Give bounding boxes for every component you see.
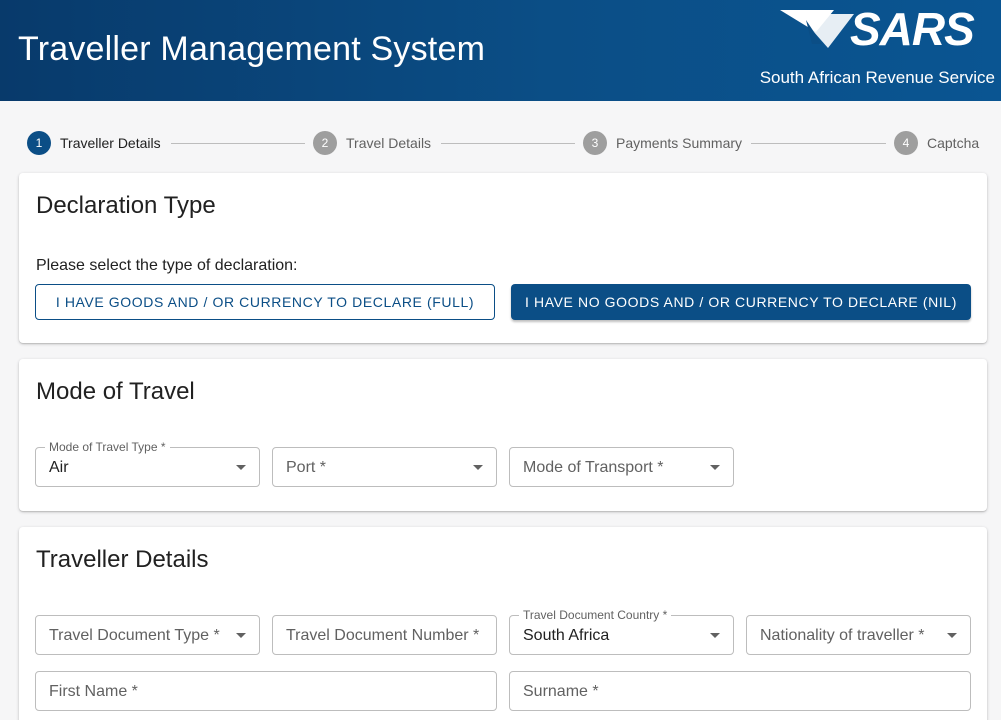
field-value: South Africa	[523, 627, 610, 644]
step-payments-summary[interactable]: 3 Payments Summary	[583, 131, 742, 155]
step-travel-details[interactable]: 2 Travel Details	[313, 131, 431, 155]
first-name-input[interactable]: First Name *	[35, 671, 497, 711]
chevron-down-icon	[236, 465, 246, 470]
field-value: Air	[49, 459, 69, 476]
step-number: 3	[583, 131, 607, 155]
organization-name: South African Revenue Service	[759, 68, 995, 87]
mode-of-transport-select[interactable]: Mode of Transport *	[509, 447, 734, 487]
chevron-down-icon	[473, 465, 483, 470]
sars-logo-text: SARS	[850, 3, 975, 55]
card-title: Declaration Type	[36, 192, 216, 219]
field-placeholder: Travel Document Type *	[49, 627, 220, 644]
chevron-down-icon	[710, 633, 720, 638]
step-label: Traveller Details	[60, 135, 161, 151]
app-header: Traveller Management System SARS South A…	[0, 0, 1001, 101]
declare-nil-button[interactable]: I HAVE NO GOODS AND / OR CURRENCY TO DEC…	[511, 284, 971, 320]
app-title: Traveller Management System	[18, 30, 486, 68]
travel-document-number-input[interactable]: Travel Document Number *	[272, 615, 497, 655]
declaration-type-card: Declaration Type Please select the type …	[19, 173, 987, 343]
port-select[interactable]: Port *	[272, 447, 497, 487]
field-placeholder: Nationality of traveller *	[760, 627, 925, 644]
surname-input[interactable]: Surname *	[509, 671, 971, 711]
card-title: Traveller Details	[36, 546, 209, 573]
traveller-details-card: Traveller Details Travel Document Type *…	[19, 527, 987, 720]
field-placeholder: Surname *	[523, 683, 599, 700]
field-placeholder: Port *	[286, 459, 327, 476]
step-number: 1	[27, 131, 51, 155]
declare-full-button[interactable]: I HAVE GOODS AND / OR CURRENCY TO DECLAR…	[35, 284, 495, 320]
step-number: 4	[894, 131, 918, 155]
step-traveller-details[interactable]: 1 Traveller Details	[27, 131, 161, 155]
declaration-prompt: Please select the type of declaration:	[36, 257, 298, 274]
mode-of-travel-card: Mode of Travel Mode of Travel Type * Air…	[19, 359, 987, 511]
chevron-down-icon	[710, 465, 720, 470]
field-placeholder: Mode of Transport *	[523, 459, 664, 476]
nationality-select[interactable]: Nationality of traveller *	[746, 615, 971, 655]
mode-of-travel-type-select[interactable]: Mode of Travel Type * Air	[35, 440, 260, 487]
field-label: Travel Document Country *	[519, 608, 672, 622]
field-placeholder: Travel Document Number *	[286, 627, 480, 644]
step-label: Travel Details	[346, 135, 432, 151]
travel-document-type-select[interactable]: Travel Document Type *	[35, 615, 260, 655]
step-connector	[751, 143, 886, 144]
field-label: Mode of Travel Type *	[45, 440, 170, 454]
step-captcha[interactable]: 4 Captcha	[894, 131, 979, 155]
chevron-down-icon	[236, 633, 246, 638]
progress-stepper: 1 Traveller Details 2 Travel Details 3 P…	[0, 128, 1001, 158]
card-title: Mode of Travel	[36, 378, 195, 405]
step-label: Captcha	[927, 135, 980, 151]
step-connector	[171, 143, 305, 144]
field-placeholder: First Name *	[49, 683, 138, 700]
travel-document-country-select[interactable]: Travel Document Country * South Africa	[509, 608, 734, 655]
step-number: 2	[313, 131, 337, 155]
chevron-down-icon	[947, 633, 957, 638]
step-connector	[441, 143, 575, 144]
step-label: Payments Summary	[616, 135, 743, 151]
